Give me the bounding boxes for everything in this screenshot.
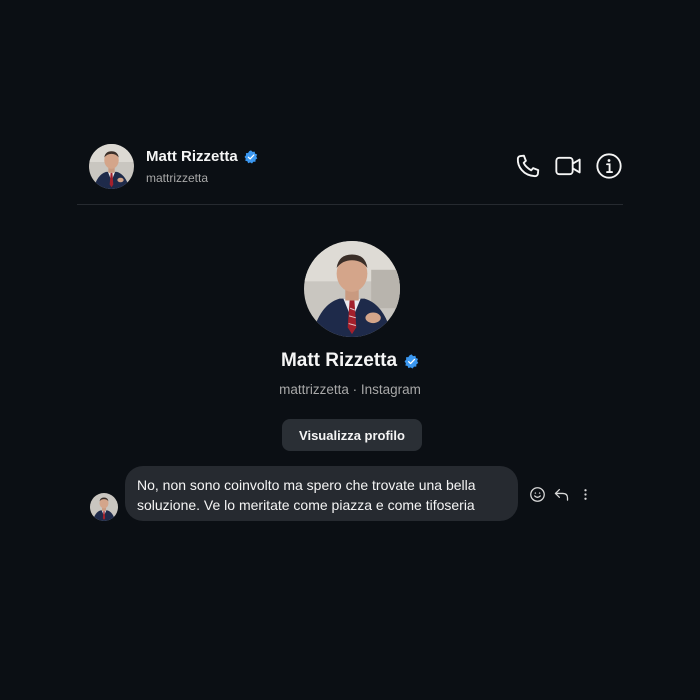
profile-name-row: Matt Rizzetta xyxy=(0,350,700,372)
message-avatar[interactable] xyxy=(90,493,118,521)
profile-avatar[interactable] xyxy=(304,241,400,337)
info-icon[interactable] xyxy=(595,152,623,180)
message-bubble[interactable]: No, non sono coinvolto ma spero che trov… xyxy=(125,466,518,521)
video-camera-icon[interactable] xyxy=(554,152,582,180)
header-username: mattrizzetta xyxy=(146,171,209,185)
profile-subtitle: mattrizzetta · Instagram xyxy=(279,382,421,397)
phone-icon[interactable] xyxy=(514,152,542,180)
view-profile-button[interactable]: Visualizza profilo xyxy=(282,419,422,451)
more-options-icon[interactable] xyxy=(577,486,594,503)
verified-badge-icon xyxy=(404,353,419,369)
chat-window: Matt Rizzetta mattrizzetta Matt Rizzetta… xyxy=(0,0,700,700)
emoji-react-icon[interactable] xyxy=(529,486,546,503)
reply-icon[interactable] xyxy=(553,486,570,503)
header-name-row: Matt Rizzetta xyxy=(146,148,258,165)
header-name[interactable]: Matt Rizzetta xyxy=(146,148,238,165)
chat-header: Matt Rizzetta mattrizzetta xyxy=(77,140,623,205)
header-avatar[interactable] xyxy=(89,144,134,189)
profile-name: Matt Rizzetta xyxy=(280,350,398,371)
verified-badge-icon xyxy=(244,149,258,164)
